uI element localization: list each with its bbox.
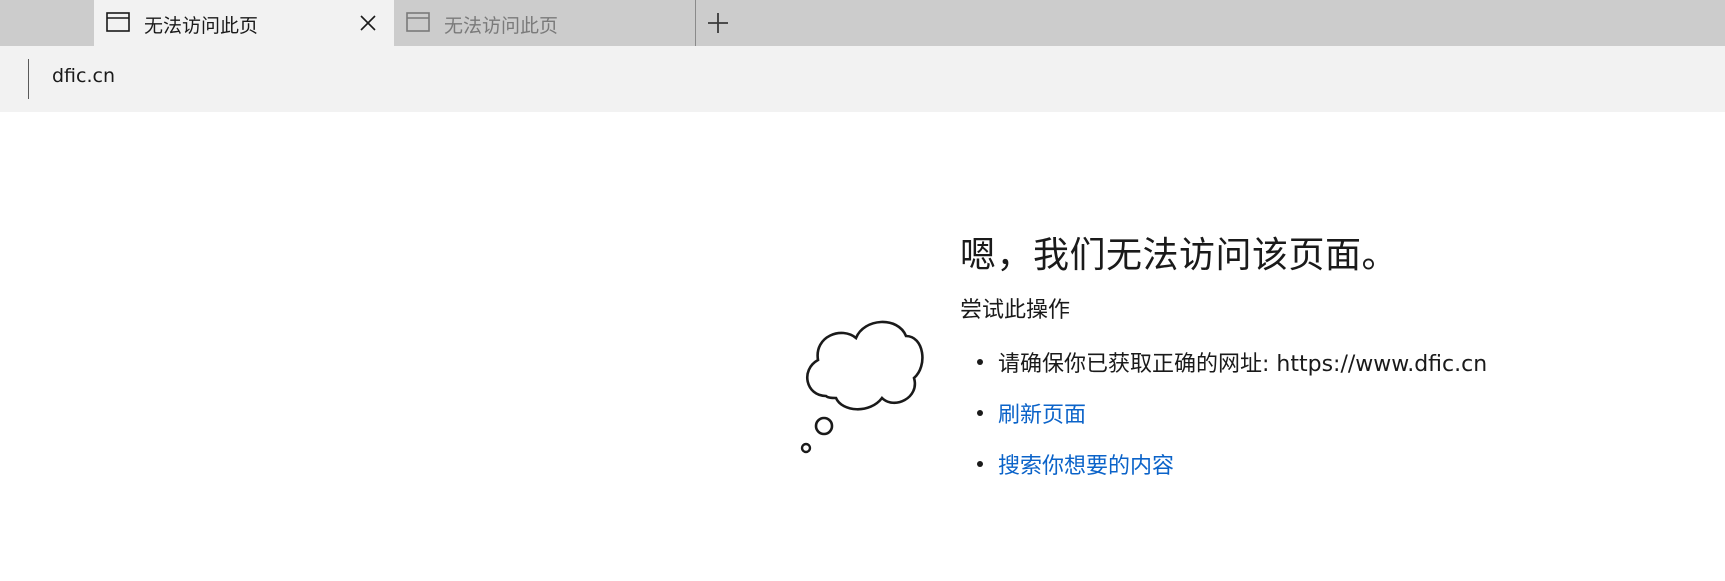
- refresh-page-link[interactable]: 刷新页面: [998, 403, 1086, 428]
- list-item: 请确保你已获取正确的网址: https://www.dfic.cn: [960, 344, 1487, 395]
- search-content-link[interactable]: 搜索你想要的内容: [998, 454, 1174, 479]
- page-icon: [406, 12, 430, 32]
- page-icon: [106, 12, 130, 32]
- suggestion-list: 请确保你已获取正确的网址: https://www.dfic.cn 刷新页面 搜…: [960, 344, 1487, 497]
- plus-icon[interactable]: [706, 11, 730, 35]
- address-bar: dfic.cn: [0, 46, 1725, 112]
- thought-cloud-icon: [796, 218, 924, 454]
- bullet: [977, 410, 983, 416]
- address-divider: [28, 59, 29, 99]
- bullet: [977, 359, 983, 365]
- error-headline: 嗯，我们无法访问该页面。: [960, 235, 1399, 276]
- tab-active[interactable]: 无法访问此页: [94, 0, 394, 46]
- error-page: 嗯，我们无法访问该页面。 尝试此操作 请确保你已获取正确的网址: https:/…: [0, 112, 1725, 581]
- tab-inactive[interactable]: 无法访问此页: [394, 0, 696, 46]
- list-item: 搜索你想要的内容: [960, 446, 1487, 497]
- tab-strip: 无法访问此页 无法访问此页: [0, 0, 1725, 46]
- close-icon[interactable]: [358, 13, 378, 33]
- address-input[interactable]: dfic.cn: [52, 65, 115, 87]
- suggestion-check-url: 请确保你已获取正确的网址: https://www.dfic.cn: [998, 352, 1488, 377]
- bullet: [977, 461, 983, 467]
- browser-window: 无法访问此页 无法访问此页 dfic.cn 嗯，我们无法访问该页面。 尝试此操作…: [0, 0, 1725, 581]
- list-item: 刷新页面: [960, 395, 1487, 446]
- tab-label: 无法访问此页: [144, 15, 259, 37]
- tab-label: 无法访问此页: [444, 15, 559, 37]
- error-subhead: 尝试此操作: [960, 298, 1071, 323]
